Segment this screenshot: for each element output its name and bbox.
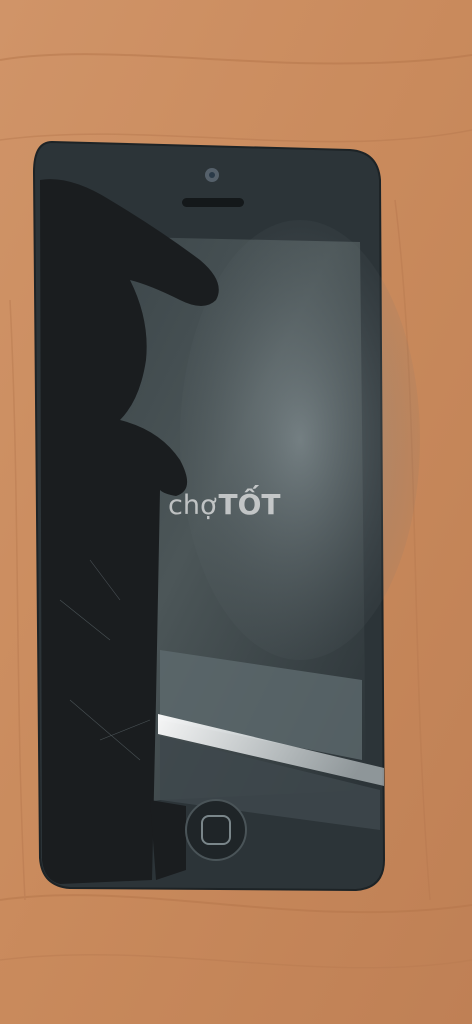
thumb-reflection [150, 800, 186, 880]
photo-scene: chợ TỐT [0, 0, 472, 1024]
photo-canvas [0, 0, 472, 1024]
home-button [185, 799, 247, 861]
earpiece-speaker [182, 198, 244, 207]
camera-lens [209, 172, 215, 178]
